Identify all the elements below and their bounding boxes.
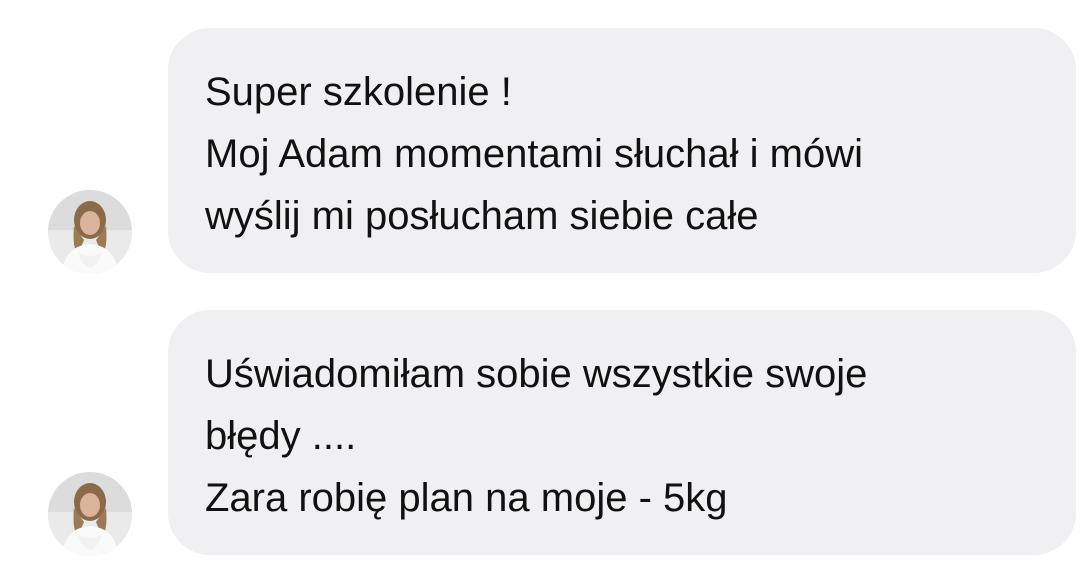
message-bubble[interactable]: Uświadomiłam sobie wszystkie swoje błędy… — [168, 310, 1076, 555]
message-bubble[interactable]: Super szkolenie ! Moj Adam momentami słu… — [168, 28, 1076, 273]
message-text-line: Zara robię plan na moje - 5kg — [205, 476, 728, 520]
message-text-line: błędy .... — [205, 414, 357, 458]
avatar[interactable] — [48, 472, 132, 556]
message-text-line: Moj Adam momentami słuchał i mówi — [205, 132, 863, 176]
message-text-line: wyślij mi posłucham siebie całe — [205, 194, 759, 238]
message-text-line: Super szkolenie ! — [205, 70, 512, 114]
message-text-line: Uświadomiłam sobie wszystkie swoje — [205, 352, 868, 396]
avatar-photo — [48, 472, 132, 556]
avatar[interactable] — [48, 190, 132, 274]
avatar-photo — [48, 190, 132, 274]
